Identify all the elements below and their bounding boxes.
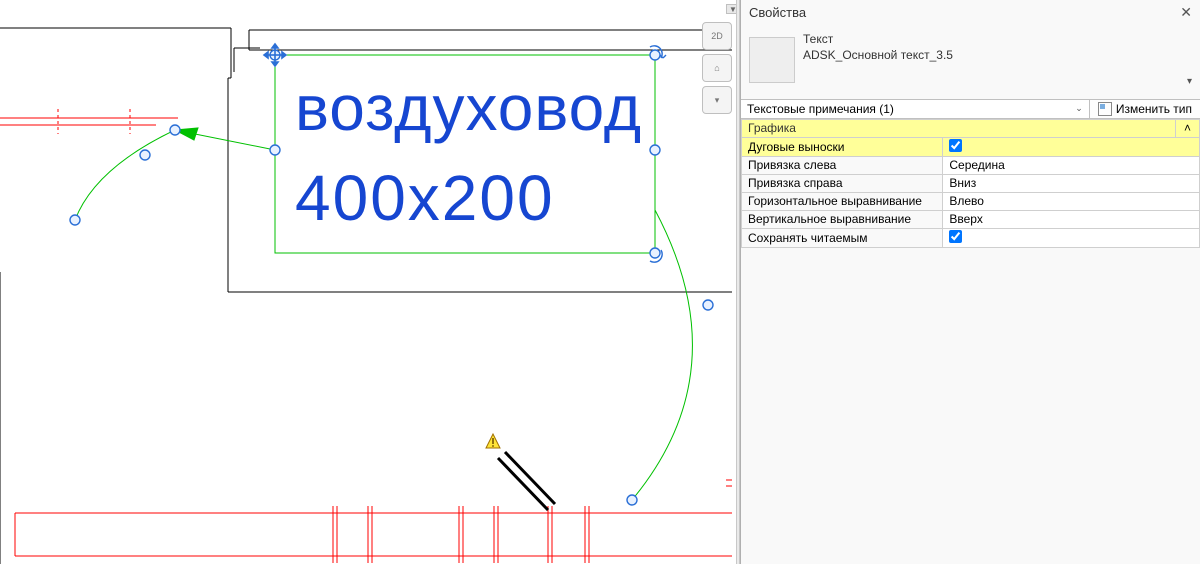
nav-home-icon[interactable]: ⌂ [702,54,732,82]
prop-keep-readable-checkbox[interactable] [949,230,962,243]
close-icon[interactable]: ✕ [1180,4,1192,21]
chevron-down-icon: ⌄ [1075,103,1083,114]
prop-horiz-align-label: Горизонтальное выравнивание [742,192,943,210]
drawing-text-line2: 400х200 [295,162,555,234]
prop-left-attach-label: Привязка слева [742,156,943,174]
chevron-down-icon[interactable]: ▾ [1187,75,1192,89]
prop-arc-leaders-label: Дуговые выноски [742,137,943,156]
move-handle-icon [264,44,286,66]
prop-right-attach-value[interactable]: Вниз [943,174,1200,192]
prop-vert-align-value[interactable]: Вверх [943,210,1200,228]
prop-vert-align-label: Вертикальное выравнивание [742,210,943,228]
prop-left-attach-value[interactable]: Середина [943,156,1200,174]
viewcube-2d-button[interactable]: 2D [702,22,732,50]
prop-horiz-align-value[interactable]: Влево [943,192,1200,210]
type-category: Текст [803,31,1192,47]
type-selector[interactable]: Текст ADSK_Основной текст_3.5 ▾ [741,25,1200,99]
type-name: ADSK_Основной текст_3.5 [803,47,1192,63]
prop-arc-leaders-checkbox[interactable] [949,139,962,152]
edit-type-icon [1098,102,1112,116]
properties-grid: Графика ˄ Дуговые выноски Привязка слева… [741,119,1200,248]
prop-keep-readable-value[interactable] [943,228,1200,247]
prop-keep-readable-label: Сохранять читаемым [742,228,943,247]
edit-type-label: Изменить тип [1116,102,1192,116]
drawing-text-line1: воздуховод [295,72,642,144]
group-collapse-icon[interactable]: ˄ [1176,119,1200,137]
group-header-graphics[interactable]: Графика [742,119,1176,137]
warning-icon [486,434,500,448]
pane-splitter[interactable] [736,0,740,564]
properties-panel: Свойства ✕ Текст ADSK_Основной текст_3.5… [740,0,1200,564]
selection-filter-combo[interactable]: Текстовые примечания (1) ⌄ [741,100,1090,118]
edit-type-button[interactable]: Изменить тип [1090,100,1200,118]
selection-filter-text: Текстовые примечания (1) [747,102,894,116]
prop-right-attach-label: Привязка справа [742,174,943,192]
panel-title-label: Свойства [749,5,806,20]
type-preview-thumb [749,37,795,83]
prop-arc-leaders-value[interactable] [943,137,1200,156]
nav-tools-icon[interactable]: ▾ [702,86,732,114]
drawing-canvas[interactable]: воздуховод 400х200 ▼ 2D ⌂ ▾ [0,0,740,564]
drawing-svg: воздуховод 400х200 [0,0,740,564]
navigation-bar: 2D ⌂ ▾ [702,22,734,114]
